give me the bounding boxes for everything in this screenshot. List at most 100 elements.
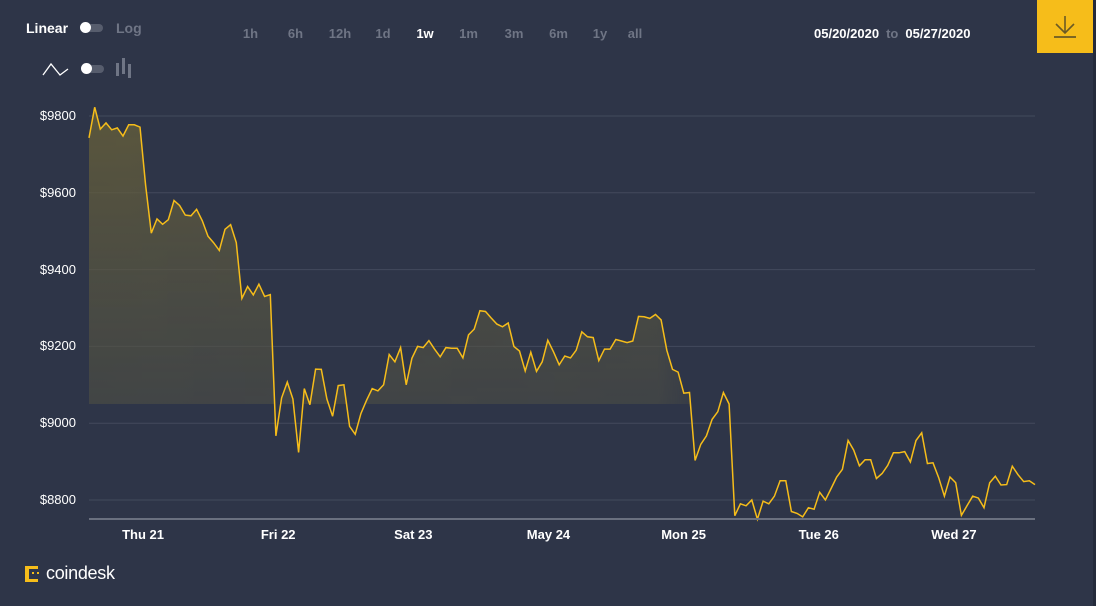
data-point[interactable]: [693, 458, 697, 462]
data-point[interactable]: [908, 460, 912, 464]
data-point[interactable]: [671, 367, 675, 371]
data-point[interactable]: [399, 346, 403, 350]
data-point[interactable]: [721, 391, 725, 395]
data-point[interactable]: [552, 350, 556, 354]
data-point[interactable]: [189, 214, 193, 218]
data-point[interactable]: [778, 479, 782, 483]
data-point[interactable]: [478, 309, 482, 313]
data-point[interactable]: [433, 347, 437, 351]
data-point[interactable]: [138, 125, 142, 129]
data-point[interactable]: [1033, 483, 1037, 487]
data-point[interactable]: [127, 123, 131, 127]
data-point[interactable]: [438, 355, 442, 359]
data-point[interactable]: [206, 234, 210, 238]
data-point[interactable]: [789, 510, 793, 514]
data-point[interactable]: [942, 494, 946, 498]
data-point[interactable]: [784, 479, 788, 483]
data-point[interactable]: [937, 476, 941, 480]
data-point[interactable]: [183, 213, 187, 217]
data-point[interactable]: [716, 410, 720, 414]
data-point[interactable]: [518, 349, 522, 353]
data-point[interactable]: [648, 316, 652, 320]
data-point[interactable]: [144, 183, 148, 187]
data-point[interactable]: [115, 126, 119, 130]
data-point[interactable]: [523, 369, 527, 373]
data-point[interactable]: [823, 498, 827, 502]
data-point[interactable]: [597, 359, 601, 363]
data-point[interactable]: [948, 475, 952, 479]
data-point[interactable]: [484, 310, 488, 314]
data-point[interactable]: [710, 417, 714, 421]
data-point[interactable]: [988, 481, 992, 485]
data-point[interactable]: [637, 314, 641, 318]
data-point[interactable]: [846, 439, 850, 443]
data-point[interactable]: [291, 397, 295, 401]
data-point[interactable]: [608, 347, 612, 351]
data-point[interactable]: [87, 136, 91, 140]
data-point[interactable]: [863, 458, 867, 462]
data-point[interactable]: [761, 499, 765, 503]
data-point[interactable]: [767, 502, 771, 506]
data-point[interactable]: [857, 464, 861, 468]
data-point[interactable]: [393, 360, 397, 364]
data-point[interactable]: [806, 506, 810, 510]
data-point[interactable]: [251, 293, 255, 297]
data-point[interactable]: [302, 387, 306, 391]
data-point[interactable]: [121, 134, 125, 138]
data-point[interactable]: [603, 347, 607, 351]
data-point[interactable]: [699, 442, 703, 446]
data-point[interactable]: [727, 402, 731, 406]
data-point[interactable]: [404, 383, 408, 387]
data-point[interactable]: [659, 318, 663, 322]
data-point[interactable]: [1027, 479, 1031, 483]
data-point[interactable]: [665, 348, 669, 352]
data-point[interactable]: [835, 475, 839, 479]
data-point[interactable]: [1010, 464, 1014, 468]
data-point[interactable]: [920, 431, 924, 435]
data-point[interactable]: [263, 295, 267, 299]
data-point[interactable]: [795, 511, 799, 515]
data-point[interactable]: [501, 325, 505, 329]
data-point[interactable]: [535, 369, 539, 373]
data-point[interactable]: [614, 338, 618, 342]
data-point[interactable]: [132, 123, 136, 127]
data-point[interactable]: [240, 296, 244, 300]
data-point[interactable]: [976, 496, 980, 500]
data-point[interactable]: [489, 316, 493, 320]
data-point[interactable]: [563, 354, 567, 358]
data-point[interactable]: [155, 217, 159, 221]
data-point[interactable]: [880, 472, 884, 476]
data-point[interactable]: [738, 502, 742, 506]
data-point[interactable]: [999, 483, 1003, 487]
data-point[interactable]: [954, 481, 958, 485]
data-point[interactable]: [931, 461, 935, 465]
data-point[interactable]: [495, 322, 499, 326]
data-point[interactable]: [149, 231, 153, 235]
data-point[interactable]: [1005, 483, 1009, 487]
data-point[interactable]: [1022, 480, 1026, 484]
data-point[interactable]: [772, 494, 776, 498]
data-point[interactable]: [925, 462, 929, 466]
price-chart[interactable]: [0, 0, 1096, 606]
data-point[interactable]: [891, 451, 895, 455]
data-point[interactable]: [540, 360, 544, 364]
data-point[interactable]: [591, 336, 595, 340]
data-point[interactable]: [376, 389, 380, 393]
data-point[interactable]: [750, 498, 754, 502]
data-point[interactable]: [455, 346, 459, 350]
data-point[interactable]: [982, 506, 986, 510]
data-point[interactable]: [569, 356, 573, 360]
data-point[interactable]: [557, 363, 561, 367]
data-point[interactable]: [172, 199, 176, 203]
coindesk-logo[interactable]: coindesk: [24, 563, 115, 584]
data-point[interactable]: [110, 128, 114, 132]
data-point[interactable]: [353, 432, 357, 436]
data-point[interactable]: [897, 451, 901, 455]
data-point[interactable]: [336, 384, 340, 388]
data-point[interactable]: [467, 333, 471, 337]
data-point[interactable]: [212, 241, 216, 245]
data-point[interactable]: [234, 241, 238, 245]
data-point[interactable]: [308, 403, 312, 407]
data-point[interactable]: [733, 514, 737, 518]
data-point[interactable]: [631, 339, 635, 343]
